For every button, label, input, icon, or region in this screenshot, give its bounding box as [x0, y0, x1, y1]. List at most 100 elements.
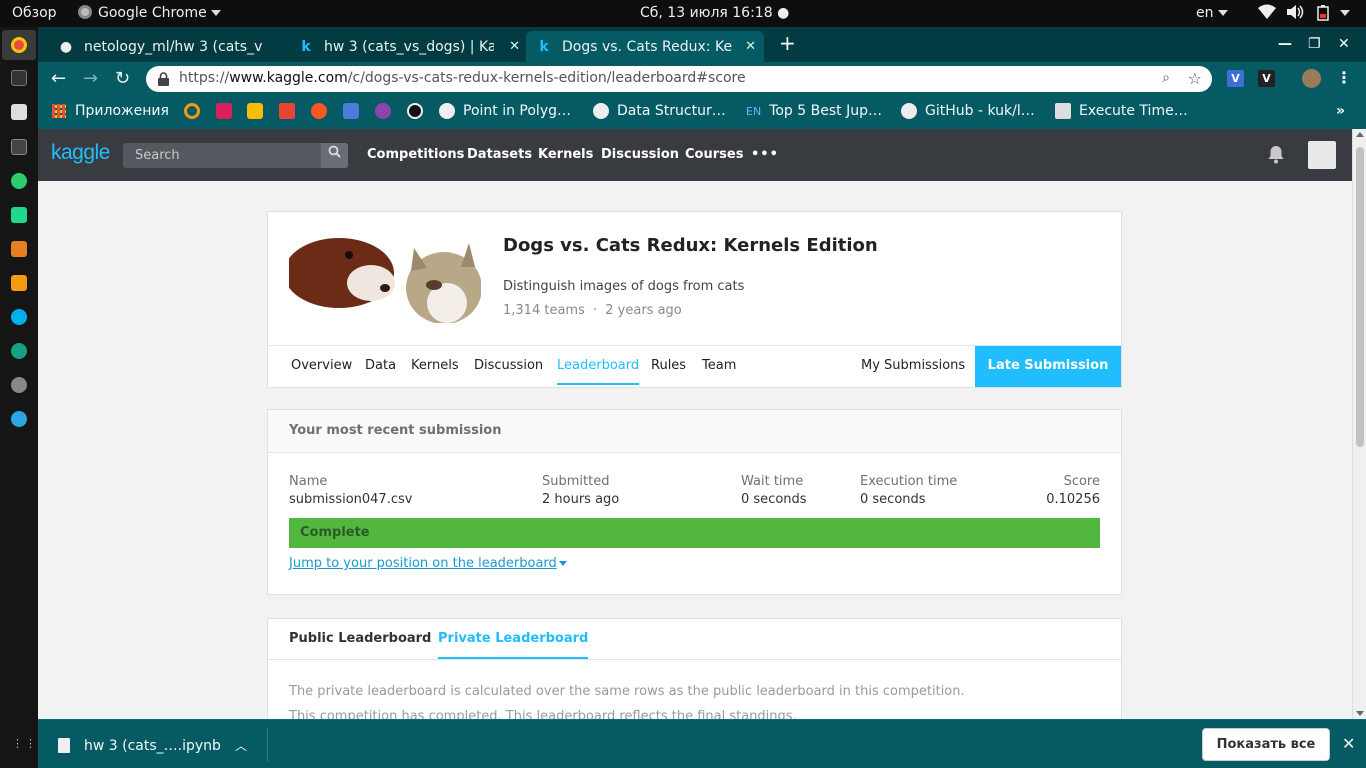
- bookmark-slack[interactable]: [216, 103, 240, 119]
- app-menu[interactable]: Google Chrome: [78, 5, 221, 21]
- bookmark-point-in-polygon[interactable]: Point in Polyg…: [439, 103, 571, 119]
- bookmark-star-icon[interactable]: ☆: [1188, 69, 1202, 88]
- tab-discussion[interactable]: Discussion: [474, 358, 543, 373]
- slack-icon[interactable]: [11, 173, 27, 189]
- tab-title: Dogs vs. Cats Redux: Kern: [562, 38, 732, 55]
- extension-v-icon[interactable]: V: [1227, 70, 1244, 87]
- kaggle-k-icon: k: [539, 38, 549, 55]
- bookmark-top5[interactable]: EN Top 5 Best Jup…: [746, 103, 882, 119]
- battery-icon[interactable]: [1317, 5, 1329, 25]
- bookmark-label: Top 5 Best Jup…: [769, 103, 882, 119]
- nav-competitions[interactable]: Competitions: [367, 147, 464, 162]
- wifi-icon[interactable]: [1258, 4, 1276, 24]
- close-icon[interactable]: ✕: [509, 39, 520, 54]
- tab-rules[interactable]: Rules: [651, 358, 686, 373]
- chevron-up-icon[interactable]: ︿: [235, 737, 247, 754]
- search-icon[interactable]: [321, 143, 348, 168]
- name-column: Name submission047.csv: [289, 474, 412, 507]
- scroll-up-icon[interactable]: [1356, 132, 1364, 137]
- tab-private-leaderboard[interactable]: Private Leaderboard: [438, 631, 589, 659]
- bookmarks-overflow-icon[interactable]: »: [1336, 103, 1345, 119]
- telegram-icon[interactable]: [11, 411, 27, 427]
- nav-more-icon[interactable]: •••: [751, 147, 779, 162]
- kaggle-logo[interactable]: kaggle: [51, 141, 110, 165]
- bookmark-fire[interactable]: [311, 103, 335, 119]
- tab-dogs-vs-cats[interactable]: k Dogs vs. Cats Redux: Kern ✕: [526, 31, 764, 62]
- bookmark-1[interactable]: [184, 103, 208, 119]
- search-input[interactable]: [123, 143, 321, 168]
- forward-button[interactable]: →: [83, 68, 98, 89]
- pycharm-icon[interactable]: [11, 207, 27, 223]
- app-name: Google Chrome: [98, 5, 207, 21]
- maximize-button[interactable]: ❐: [1308, 36, 1321, 52]
- volume-icon[interactable]: [1286, 4, 1304, 24]
- execution-time-label: Execution time: [860, 474, 958, 489]
- nav-datasets[interactable]: Datasets: [467, 147, 532, 162]
- bookmark-colorful[interactable]: [375, 103, 399, 119]
- scrollbar-thumb[interactable]: [1356, 147, 1364, 447]
- language-indicator[interactable]: en: [1196, 5, 1228, 21]
- tab-kaggle-kernel[interactable]: k hw 3 (cats_vs_dogs) | Kag ✕: [288, 31, 528, 62]
- skype-icon[interactable]: [11, 309, 27, 325]
- sublime-icon[interactable]: [11, 275, 27, 291]
- nav-kernels[interactable]: Kernels: [538, 147, 593, 162]
- bookmark-github-kuk[interactable]: GitHub - kuk/l…: [901, 103, 1035, 119]
- back-button[interactable]: ←: [51, 68, 66, 89]
- bookmark-apps[interactable]: Приложения: [52, 103, 169, 119]
- bookmark-github[interactable]: [407, 103, 431, 119]
- tab-team[interactable]: Team: [702, 358, 736, 373]
- extension-vimium-icon[interactable]: V: [1258, 70, 1275, 87]
- system-menu[interactable]: [1336, 5, 1350, 21]
- teams-count[interactable]: 1,314 teams: [503, 303, 585, 318]
- submission-header-title: Your most recent submission: [289, 423, 502, 438]
- zoom-icon[interactable]: ⌕: [1162, 70, 1170, 86]
- nav-courses[interactable]: Courses: [685, 147, 743, 162]
- bookmark-s[interactable]: [343, 103, 367, 119]
- bell-icon[interactable]: [1267, 145, 1285, 168]
- en-icon: EN: [746, 104, 762, 118]
- bookmark-data-structures[interactable]: Data Structur…: [593, 103, 726, 119]
- reload-button[interactable]: ↻: [115, 68, 130, 89]
- nav-discussion[interactable]: Discussion: [601, 147, 679, 162]
- profile-avatar[interactable]: [1302, 69, 1321, 88]
- window-close-button[interactable]: ✕: [1338, 36, 1350, 52]
- tab-leaderboard[interactable]: Leaderboard: [557, 358, 640, 385]
- sweeper-icon[interactable]: [11, 377, 27, 393]
- late-submission-button[interactable]: Late Submission: [975, 346, 1121, 387]
- bookmark-execute-time[interactable]: Execute Time…: [1055, 103, 1188, 119]
- files-icon[interactable]: [11, 104, 27, 120]
- tab-overview[interactable]: Overview: [291, 358, 352, 373]
- bookmark-gmail[interactable]: [279, 103, 303, 119]
- chrome-icon[interactable]: [11, 37, 27, 53]
- presentation-icon[interactable]: [11, 241, 27, 257]
- address-bar[interactable]: https://www.kaggle.com/c/dogs-vs-cats-re…: [146, 66, 1212, 92]
- tab-public-leaderboard[interactable]: Public Leaderboard: [289, 631, 431, 646]
- my-submissions-link[interactable]: My Submissions: [861, 358, 965, 373]
- close-downloads-icon[interactable]: ✕: [1342, 734, 1355, 753]
- show-all-downloads-button[interactable]: Показать все: [1202, 728, 1330, 761]
- lock-icon: [158, 72, 169, 90]
- minimize-button[interactable]: —: [1278, 36, 1292, 52]
- meta-separator: ·: [593, 303, 598, 318]
- chrome-menu-icon[interactable]: ⋮: [1336, 68, 1352, 87]
- clock[interactable]: Сб, 13 июля 16:18 ●: [640, 5, 789, 21]
- scroll-down-icon[interactable]: [1356, 711, 1364, 716]
- tab-title: netology_ml/hw 3 (cats_v: [84, 38, 263, 55]
- bookmark-label: Приложения: [75, 103, 169, 119]
- tab-strip: ● netology_ml/hw 3 (cats_v k hw 3 (cats_…: [38, 27, 1366, 62]
- download-item[interactable]: hw 3 (cats_….ipynb ︿: [58, 737, 247, 754]
- new-tab-button[interactable]: +: [779, 31, 796, 55]
- close-icon[interactable]: ✕: [745, 39, 756, 54]
- activities-button[interactable]: Обзор: [12, 5, 57, 21]
- url-scheme: https://: [179, 70, 230, 86]
- tab-github[interactable]: ● netology_ml/hw 3 (cats_v: [48, 31, 288, 62]
- tab-data[interactable]: Data: [365, 358, 396, 373]
- anaconda-icon[interactable]: [11, 343, 27, 359]
- jump-to-position-link[interactable]: Jump to your position on the leaderboard: [289, 556, 567, 571]
- tab-kernels[interactable]: Kernels: [411, 358, 459, 373]
- page-scrollbar[interactable]: [1352, 129, 1366, 719]
- bookmark-keep[interactable]: [247, 103, 271, 119]
- terminal-icon[interactable]: [11, 70, 27, 86]
- system-monitor-icon[interactable]: [11, 139, 27, 155]
- user-avatar[interactable]: [1308, 141, 1336, 169]
